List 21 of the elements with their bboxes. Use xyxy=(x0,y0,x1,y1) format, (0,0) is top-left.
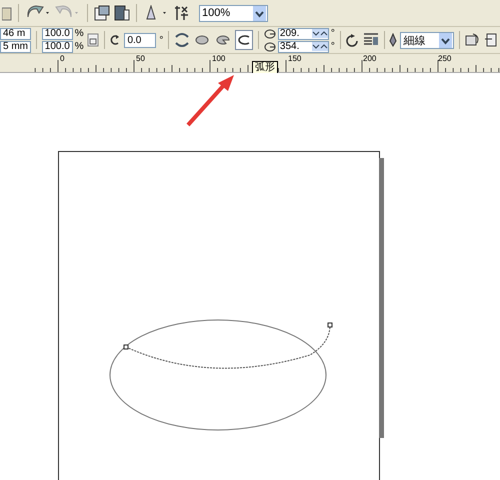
degree-label: ° xyxy=(159,34,164,46)
ruler-label: 200 xyxy=(363,54,376,63)
size-field[interactable]: 46 m xyxy=(0,28,31,40)
percent-label: % xyxy=(74,28,84,39)
degree-label: ° xyxy=(330,28,335,39)
ruler-label: 150 xyxy=(288,54,302,63)
scale-field[interactable]: 100.0 xyxy=(42,40,73,52)
rotation-field[interactable]: 0.0 xyxy=(124,32,156,48)
scale-field[interactable]: 100.0 xyxy=(42,28,73,40)
outline-dropdown[interactable]: 細線 xyxy=(400,32,454,48)
zoom-dropdown[interactable]: 100% xyxy=(199,4,268,22)
angle-field[interactable]: 354. xyxy=(278,40,329,52)
size-field[interactable]: 5 mm xyxy=(0,40,31,52)
ruler-label: 50 xyxy=(136,54,145,63)
percent-label: % xyxy=(74,41,84,52)
ruler-label: 250 xyxy=(438,54,452,63)
angle-field[interactable]: 209. xyxy=(278,28,329,40)
ruler-label: 0 xyxy=(60,54,64,63)
ruler-label: 100 xyxy=(212,54,226,63)
degree-label: ° xyxy=(330,41,335,52)
tooltip: 弧形 xyxy=(252,61,278,74)
